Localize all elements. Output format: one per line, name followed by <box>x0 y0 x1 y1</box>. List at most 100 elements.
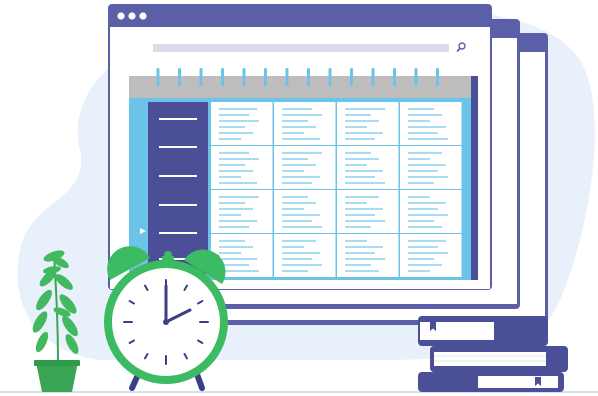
cell-text-line <box>345 270 379 272</box>
cell-text-line <box>282 270 308 272</box>
cell-text-line <box>282 208 304 210</box>
sidebar-line <box>159 204 197 206</box>
cell-text-line <box>219 202 245 204</box>
cell-text-line <box>219 196 259 198</box>
calendar-accent-column <box>471 76 478 280</box>
calendar-cell <box>400 102 462 145</box>
cell-text-line <box>408 126 446 128</box>
cell-text-line <box>282 264 322 266</box>
cell-text-line <box>345 170 383 172</box>
sidebar-line <box>159 175 197 177</box>
cell-text-line <box>219 176 241 178</box>
cell-text-line <box>219 138 241 140</box>
cell-text-line <box>345 258 385 260</box>
cell-text-line <box>345 196 379 198</box>
spiral-ring <box>199 68 203 86</box>
sidebar-line <box>159 146 197 148</box>
spiral-ring <box>221 68 224 86</box>
cell-text-line <box>282 246 304 248</box>
search-bar[interactable] <box>153 44 449 52</box>
cell-text-line <box>408 264 442 266</box>
cell-text-line <box>408 170 438 172</box>
spiral-ring <box>264 68 267 86</box>
cell-text-line <box>282 152 322 154</box>
calendar-cell <box>337 234 399 277</box>
cell-text-line <box>408 114 442 116</box>
cell-text-line <box>408 220 434 222</box>
cell-text-line <box>408 182 434 184</box>
cell-text-line <box>408 158 430 160</box>
cell-text-line <box>345 120 379 122</box>
calendar-cell <box>211 190 273 233</box>
cell-text-line <box>282 214 320 216</box>
cell-text-line <box>282 196 308 198</box>
calendar-cell <box>211 146 273 189</box>
cell-text-line <box>219 252 241 254</box>
calendar-cell <box>274 146 336 189</box>
cell-text-line <box>345 246 383 248</box>
spiral-ring <box>178 68 181 86</box>
cell-text-line <box>345 208 383 210</box>
browser-window <box>108 4 492 290</box>
cell-text-line <box>345 226 371 228</box>
cell-text-line <box>345 176 375 178</box>
cell-text-line <box>219 208 253 210</box>
calendar-sidebar <box>148 102 208 274</box>
cell-text-line <box>345 164 367 166</box>
cell-text-line <box>282 226 322 228</box>
cell-text-line <box>282 182 312 184</box>
cell-text-line <box>345 220 385 222</box>
spiral-ring <box>350 68 353 86</box>
cell-text-line <box>345 158 379 160</box>
calendar-cell <box>337 146 399 189</box>
window-dots-icon <box>117 12 147 20</box>
spiral-ring <box>156 68 160 86</box>
cell-text-line <box>282 220 312 222</box>
cell-text-line <box>345 114 371 116</box>
cell-text-line <box>408 164 446 166</box>
cell-text-line <box>282 258 312 260</box>
cell-text-line <box>282 176 320 178</box>
cell-text-line <box>345 202 367 204</box>
cell-text-line <box>282 170 304 172</box>
illustration-scene <box>0 4 598 393</box>
cell-text-line <box>219 182 257 184</box>
sidebar-line <box>159 118 197 120</box>
cell-text-line <box>408 208 438 210</box>
cell-text-line <box>219 246 253 248</box>
plant-pot <box>36 362 78 392</box>
cell-text-line <box>408 176 448 178</box>
cell-text-line <box>408 132 438 134</box>
cell-text-line <box>219 158 259 160</box>
cell-text-line <box>219 108 257 110</box>
cell-text-line <box>408 108 434 110</box>
cell-text-line <box>408 120 430 122</box>
cell-text-line <box>282 158 308 160</box>
calendar-cell <box>400 146 462 189</box>
cell-text-line <box>219 170 253 172</box>
cell-text-line <box>408 252 448 254</box>
calendar-header <box>129 76 478 98</box>
cell-text-line <box>219 220 257 222</box>
spiral-ring <box>285 68 289 86</box>
calendar-icon <box>129 68 478 280</box>
cell-text-line <box>408 152 442 154</box>
alarm-clock-icon <box>104 246 228 391</box>
cell-text-line <box>345 138 375 140</box>
cell-text-line <box>345 152 371 154</box>
cell-text-line <box>408 138 448 140</box>
cell-text-line <box>282 252 320 254</box>
cell-text-line <box>282 132 304 134</box>
cell-text-line <box>282 120 308 122</box>
cell-text-line <box>345 126 367 128</box>
cell-text-line <box>345 240 367 242</box>
cell-text-line <box>282 202 316 204</box>
calendar-cell <box>337 190 399 233</box>
cell-text-line <box>345 214 375 216</box>
calendar-cell <box>400 234 462 277</box>
spiral-ring <box>393 68 396 86</box>
cell-text-line <box>219 258 257 260</box>
cell-text-line <box>282 126 316 128</box>
cell-text-line <box>282 114 322 116</box>
cell-text-line <box>345 182 385 184</box>
